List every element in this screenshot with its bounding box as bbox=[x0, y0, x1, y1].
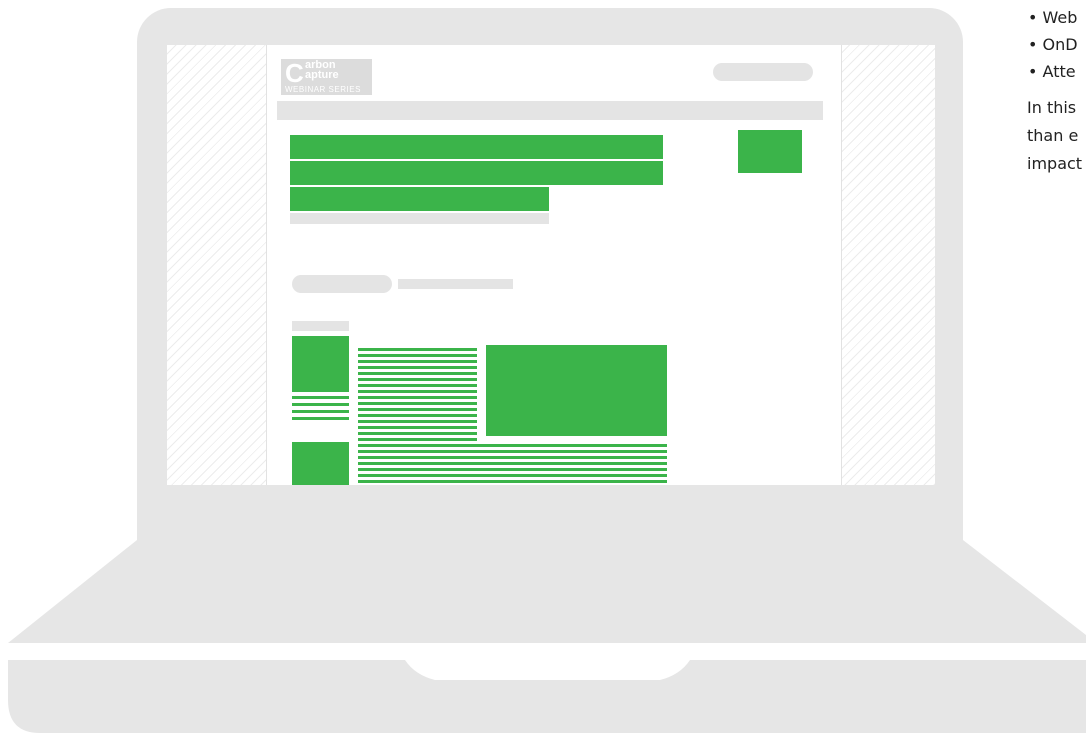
ad-block bbox=[738, 130, 802, 173]
description-line-1: In this bbox=[1027, 98, 1077, 117]
logo-series-label: WEBINAR SERIES bbox=[285, 85, 361, 94]
laptop-bottom bbox=[8, 660, 1086, 733]
author-pill-placeholder bbox=[292, 275, 392, 293]
article-text-line bbox=[358, 450, 667, 453]
subheadline-placeholder bbox=[290, 213, 549, 224]
description-line-3: impact bbox=[1027, 154, 1083, 173]
webpage-mockup: C arbon apture WEBINAR SERIES bbox=[266, 45, 842, 485]
feature-bullet-1: • Web bbox=[1028, 8, 1078, 27]
carbon-capture-logo: C arbon apture WEBINAR SERIES bbox=[281, 59, 372, 95]
laptop-base bbox=[8, 495, 1086, 733]
article-text-line bbox=[358, 474, 667, 477]
article-text-line bbox=[358, 402, 477, 405]
article-text-line bbox=[358, 444, 667, 447]
sidebar-text-line bbox=[292, 403, 349, 406]
article-text-line bbox=[358, 462, 667, 465]
sidebar-thumbnail-1 bbox=[292, 336, 349, 392]
sidebar-thumbnail-2 bbox=[292, 442, 349, 485]
article-text-line bbox=[358, 360, 477, 363]
article-text-line bbox=[358, 384, 477, 387]
laptop-screen: C arbon apture WEBINAR SERIES bbox=[167, 45, 935, 485]
description-line-2: than e bbox=[1027, 126, 1079, 145]
feature-bullet-3: • Atte bbox=[1028, 62, 1076, 81]
laptop-deck bbox=[8, 495, 1086, 643]
article-image bbox=[486, 345, 667, 436]
sidebar-text-line bbox=[292, 396, 349, 399]
article-text-line bbox=[358, 348, 477, 351]
date-placeholder bbox=[398, 279, 513, 289]
article-text-line bbox=[358, 354, 477, 357]
headline-line-2 bbox=[290, 161, 663, 185]
nav-bar-placeholder bbox=[277, 101, 823, 120]
article-text-line bbox=[358, 414, 477, 417]
article-text-line bbox=[358, 426, 477, 429]
article-text-line bbox=[358, 480, 667, 483]
article-text-line bbox=[358, 468, 667, 471]
article-text-line bbox=[358, 372, 477, 375]
article-text-line bbox=[358, 438, 477, 441]
headline-line-1 bbox=[290, 135, 663, 159]
article-text-line bbox=[358, 366, 477, 369]
header-search-placeholder bbox=[713, 63, 813, 81]
logo-c-mark: C bbox=[285, 58, 304, 88]
sidebar-text-line bbox=[292, 410, 349, 413]
logo-word-capture: apture bbox=[305, 69, 339, 81]
article-text-line bbox=[358, 408, 477, 411]
article-text-line bbox=[358, 378, 477, 381]
headline-line-3 bbox=[290, 187, 549, 211]
article-text-line bbox=[358, 456, 667, 459]
article-text-line bbox=[358, 420, 477, 423]
sidebar-label-placeholder bbox=[292, 321, 349, 331]
feature-bullet-2: • OnD bbox=[1028, 35, 1078, 54]
sidebar-text-line bbox=[292, 417, 349, 420]
article-text-line bbox=[358, 390, 477, 393]
article-text-line bbox=[358, 432, 477, 435]
article-text-line bbox=[358, 396, 477, 399]
